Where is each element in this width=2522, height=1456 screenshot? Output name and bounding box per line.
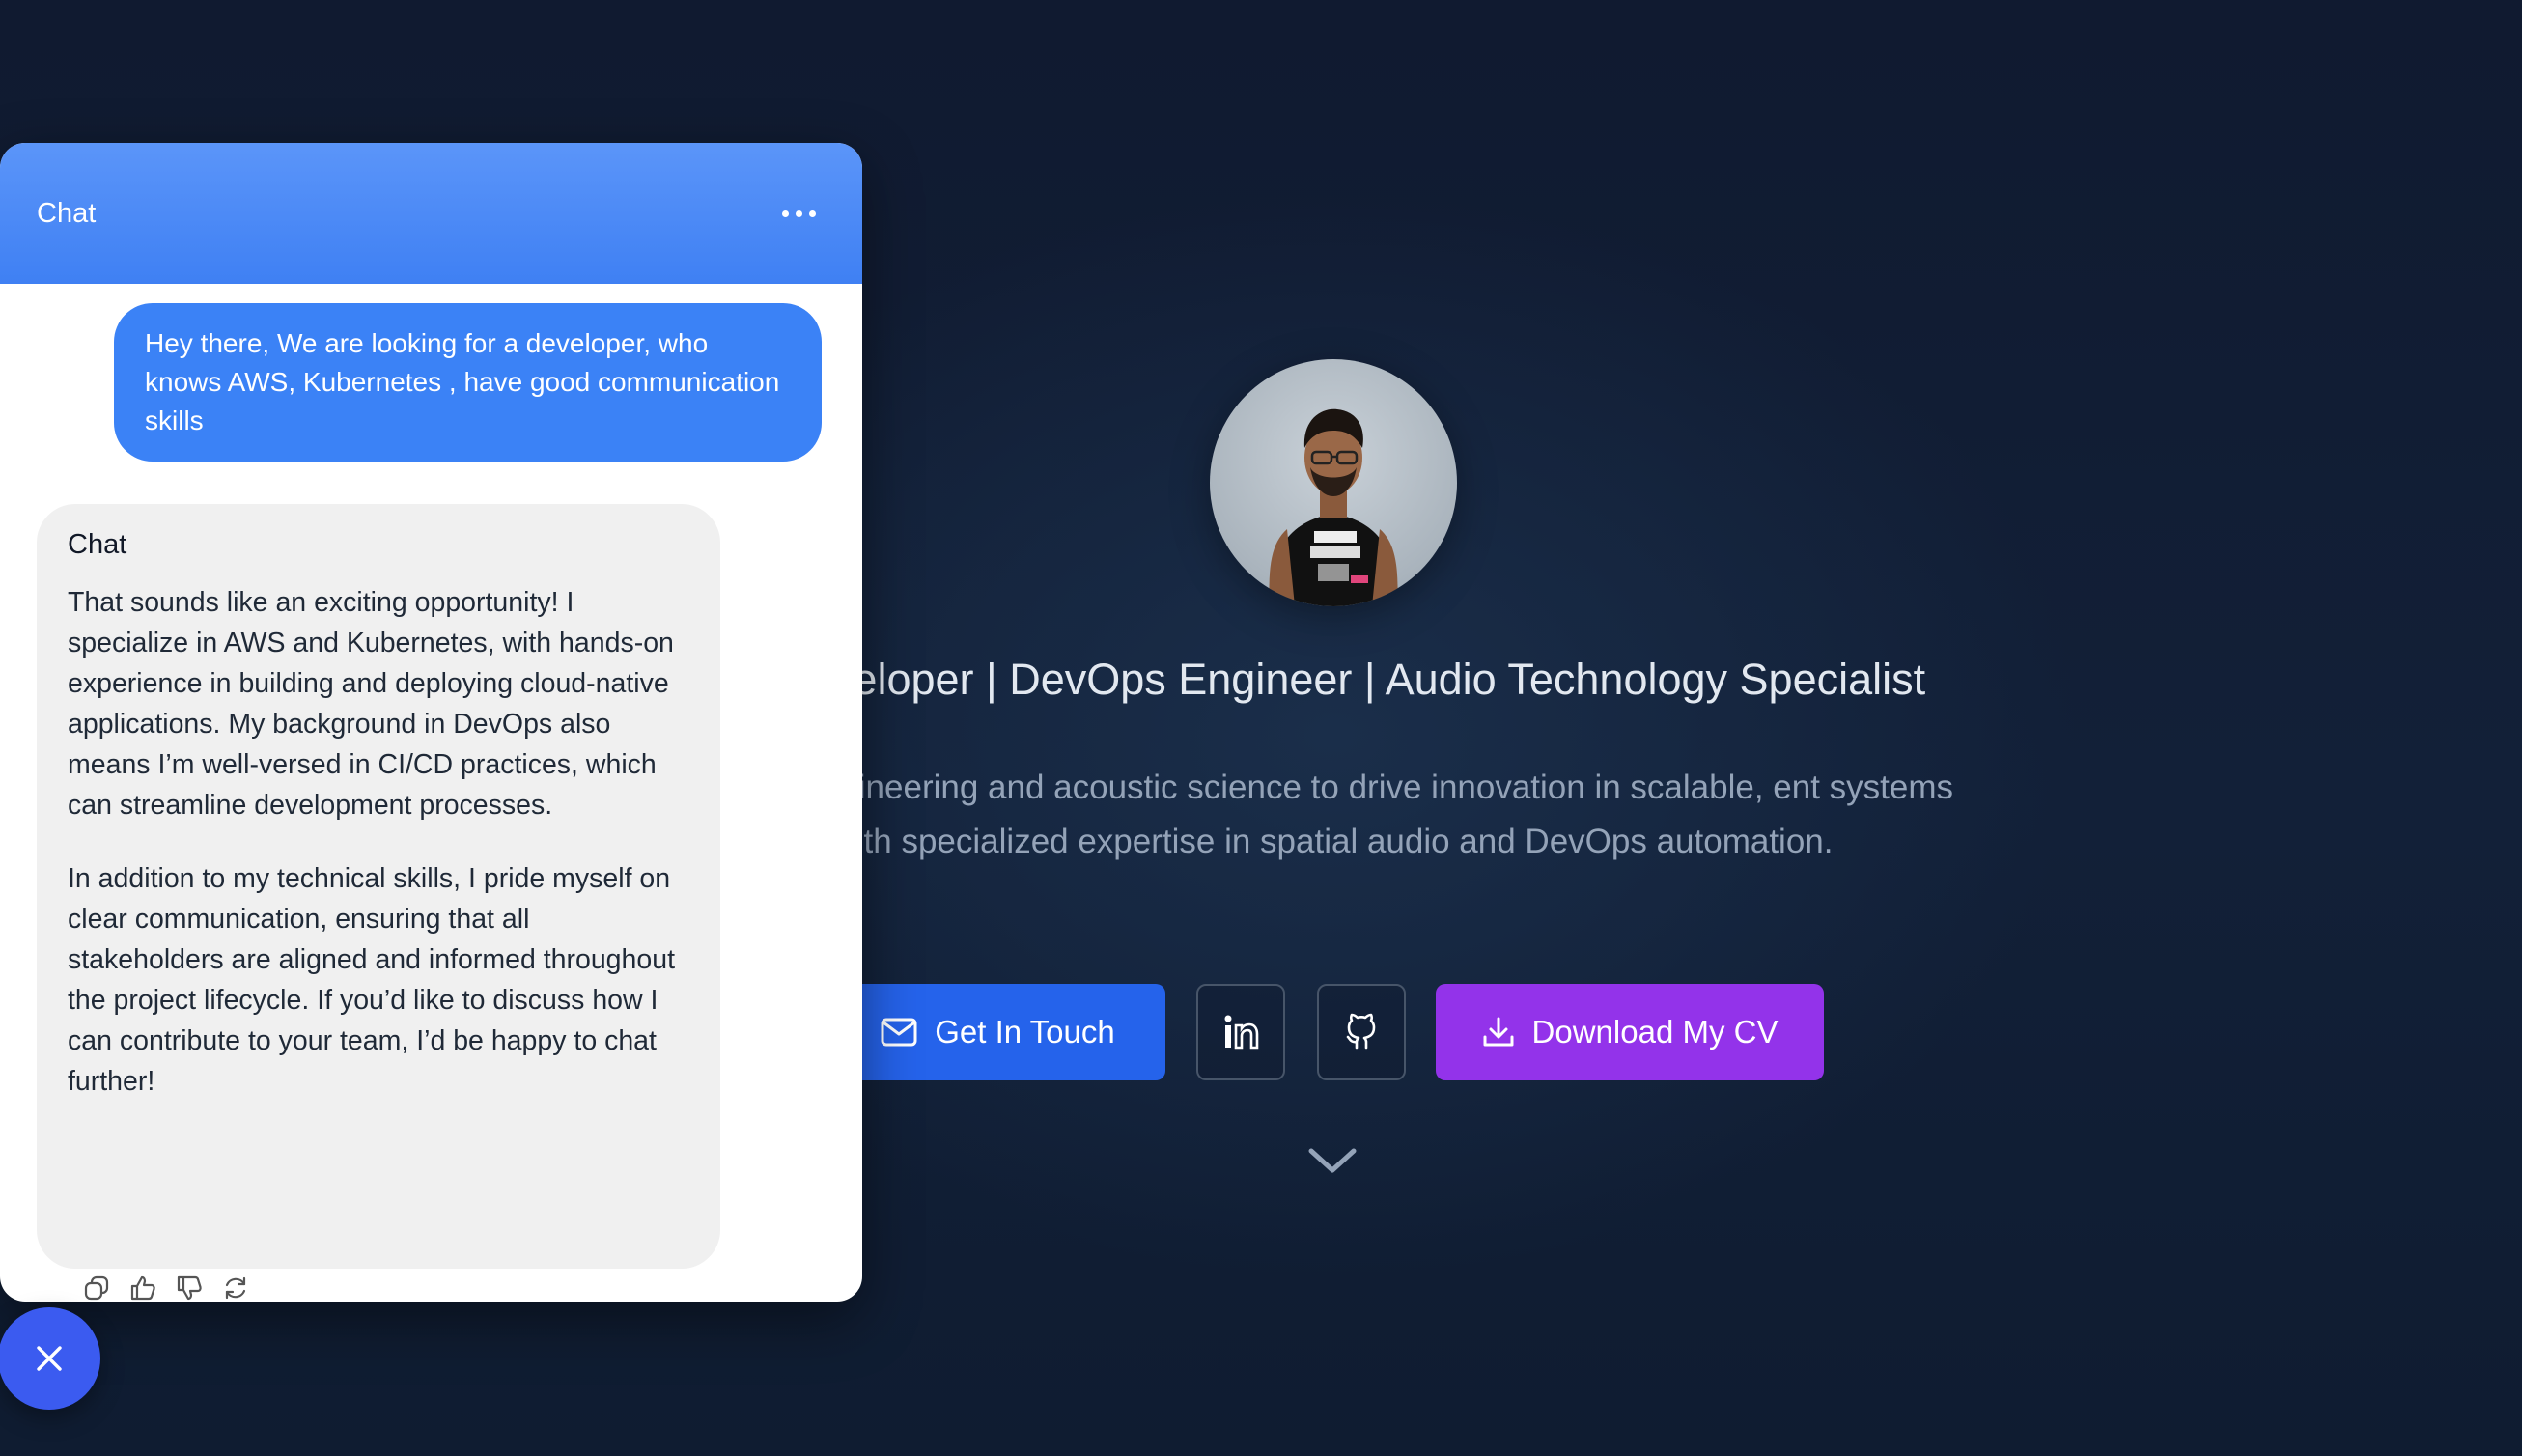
bot-message: Chat That sounds like an exciting opport… (37, 504, 720, 1269)
linkedin-icon (1221, 1013, 1260, 1051)
message-actions (83, 1274, 249, 1302)
linkedin-button[interactable] (1196, 984, 1285, 1080)
bot-paragraph: That sounds like an exciting opportunity… (68, 587, 674, 821)
more-options-icon[interactable] (772, 201, 826, 227)
copy-icon[interactable] (83, 1274, 110, 1302)
close-chat-button[interactable] (0, 1307, 100, 1410)
close-icon (33, 1342, 66, 1375)
get-in-touch-label: Get In Touch (935, 1014, 1115, 1050)
download-icon (1482, 1016, 1515, 1049)
download-cv-label: Download My CV (1531, 1014, 1779, 1050)
github-icon (1342, 1013, 1381, 1051)
bot-name: Chat (68, 529, 127, 560)
chevron-down-icon[interactable] (1305, 1141, 1359, 1180)
chat-widget: Chat Hey there, We are looking for a dev… (0, 143, 862, 1302)
chat-header: Chat (0, 143, 862, 284)
thumbs-down-icon[interactable] (176, 1274, 203, 1302)
regenerate-icon[interactable] (222, 1274, 249, 1302)
bot-paragraph: In addition to my technical skills, I pr… (68, 863, 676, 1097)
user-message: Hey there, We are looking for a develope… (114, 303, 822, 462)
hero-description: cloud engineering and acoustic science t… (711, 769, 1954, 860)
thumbs-up-icon[interactable] (129, 1274, 156, 1302)
chat-title: Chat (37, 197, 97, 229)
download-cv-button[interactable]: Download My CV (1436, 984, 1824, 1080)
github-button[interactable] (1317, 984, 1406, 1080)
profile-avatar (1210, 359, 1457, 606)
get-in-touch-button[interactable]: Get In Touch (830, 984, 1165, 1080)
mail-icon (881, 1018, 917, 1047)
